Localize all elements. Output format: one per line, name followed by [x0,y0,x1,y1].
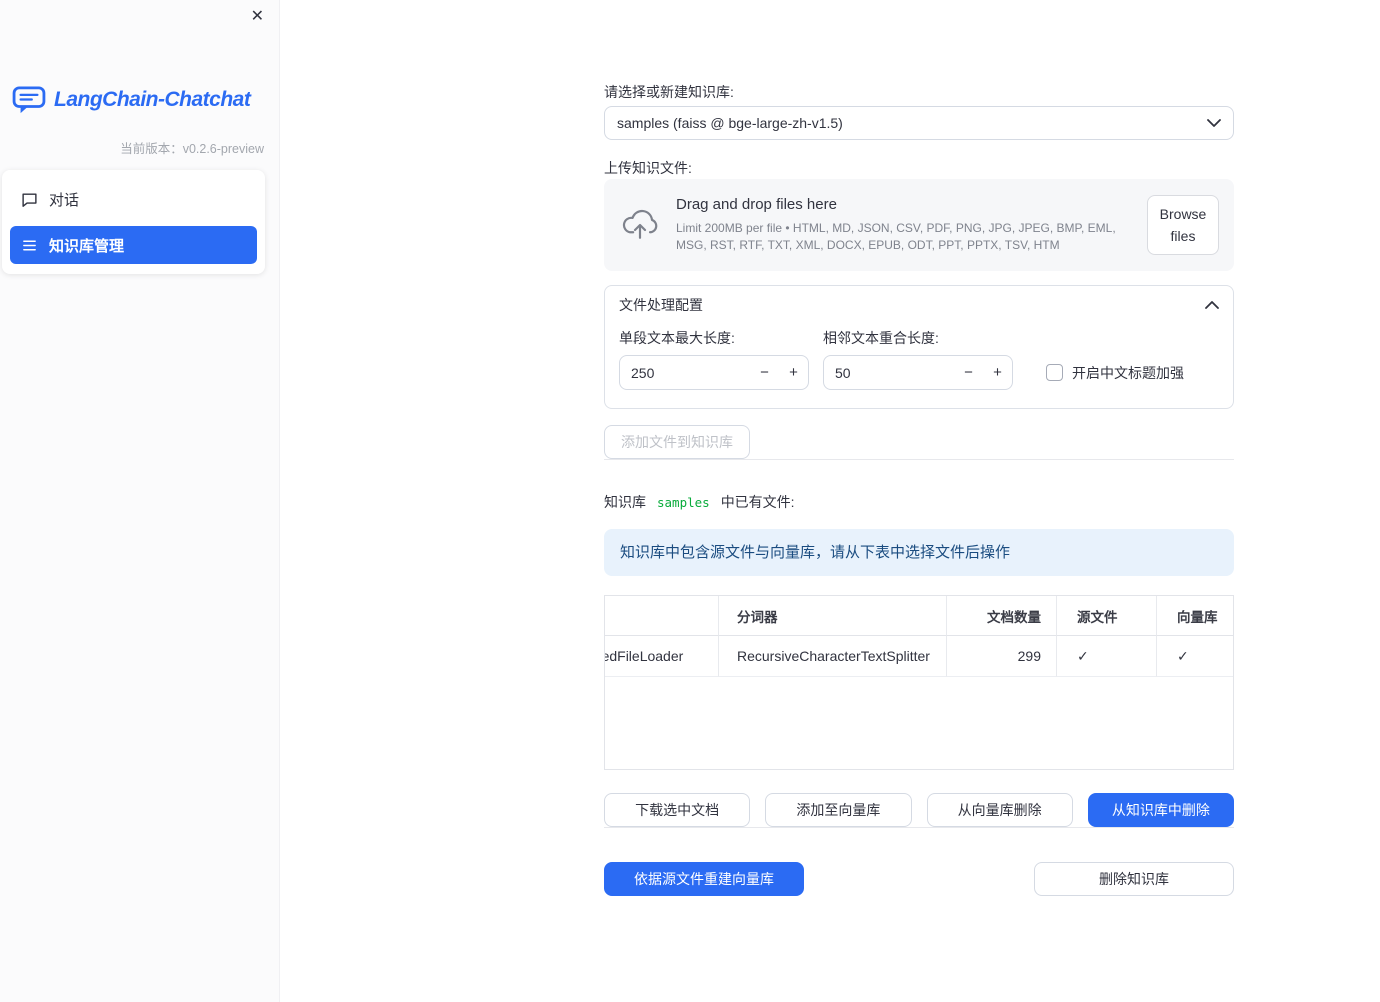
sidebar-item-knowledge-base[interactable]: 知识库管理 [10,226,257,264]
kb-actions: 依据源文件重建向量库 删除知识库 [604,862,1234,896]
delete-from-vector-button[interactable]: 从向量库删除 [926,793,1073,827]
plus-icon[interactable]: + [983,364,1012,381]
checkbox-icon[interactable] [1046,364,1063,381]
delete-from-kb-button[interactable]: 从知识库中删除 [1087,793,1234,827]
divider [604,459,1234,460]
plus-icon[interactable]: + [779,364,808,381]
kb-name-code: samples [657,494,710,510]
table-row[interactable]: UnstructuredFileLoader RecursiveCharacte… [605,636,1233,677]
chunk-size-group: 单段文本最大长度: 250 − + [619,330,809,390]
overlap-label: 相邻文本重合长度: [823,330,939,346]
chevron-down-icon [1207,119,1221,127]
browse-files-button[interactable]: Browse files [1147,194,1219,256]
table-header-row: 文档加载器 分词器 文档数量 源文件 向量库 [605,596,1233,636]
chunk-size-label: 单段文本最大长度: [619,330,735,346]
cell-vector-check: ✓ [1157,636,1233,677]
version-label: 当前版本：v0.2.6-preview [120,142,264,156]
expander-title: 文件处理配置 [619,297,703,313]
sidebar: ✕ LangChain-Chatchat 当前版本：v0.2.6-preview… [0,0,280,1002]
download-selected-button[interactable]: 下载选中文档 [604,793,751,827]
minus-icon[interactable]: − [750,364,779,381]
table-header[interactable]: 向量库 [1157,596,1233,636]
table-body: UnstructuredFileLoader RecursiveCharacte… [605,636,1233,677]
files-table: 文档加载器 分词器 文档数量 源文件 向量库 UnstructuredFileL… [604,595,1234,770]
sidebar-item-label: 对话 [49,191,80,209]
existing-prefix: 知识库 [604,494,646,510]
logo-chat-icon [12,86,46,114]
add-files-row: 添加文件到知识库 [604,425,1234,459]
cell-loader: UnstructuredFileLoader [605,636,719,677]
chevron-up-icon [1205,301,1219,309]
kb-select-label: 请选择或新建知识库: [604,84,734,100]
info-message: 知识库中包含源文件与向量库，请从下表中选择文件后操作 [604,529,1234,576]
file-config-expander: 文件处理配置 单段文本最大长度: 250 − + 相邻文本重合长度: 50 − … [604,285,1234,409]
dropzone-text: Drag and drop files here Limit 200MB per… [676,196,1131,254]
chunk-size-value: 250 [631,364,655,381]
app-logo: LangChain-Chatchat [12,86,251,114]
existing-files-line: 知识库 samples 中已有文件: [604,492,1234,512]
cloud-upload-icon [620,209,660,241]
overlap-group: 相邻文本重合长度: 50 − + [823,330,1013,390]
cell-splitter: RecursiveCharacterTextSplitter [719,636,947,677]
list-icon [21,237,38,254]
zh-title-checkbox[interactable]: 开启中文标题加强 [1046,355,1184,390]
dropzone-title: Drag and drop files here [676,196,837,214]
overlap-input[interactable]: 50 − + [823,355,1013,390]
divider [604,827,1234,828]
minus-icon[interactable]: − [954,364,983,381]
add-files-button[interactable]: 添加文件到知识库 [604,425,750,459]
add-to-vector-button[interactable]: 添加至向量库 [765,793,912,827]
kb-select-value: samples (faiss @ bge-large-zh-v1.5) [617,115,843,131]
rebuild-vector-button[interactable]: 依据源文件重建向量库 [604,862,804,896]
delete-kb-button[interactable]: 删除知识库 [1034,862,1234,896]
sidebar-item-dialogue[interactable]: 对话 [10,180,257,218]
table-header[interactable]: 源文件 [1057,596,1157,636]
table-header[interactable]: 分词器 [719,596,947,636]
sidebar-item-label: 知识库管理 [49,237,125,255]
main-content: 请选择或新建知识库: samples (faiss @ bge-large-zh… [604,0,1234,896]
overlap-value: 50 [835,364,851,381]
expander-header[interactable]: 文件处理配置 [605,286,1233,324]
file-dropzone[interactable]: Drag and drop files here Limit 200MB per… [604,179,1234,271]
chunk-size-input[interactable]: 250 − + [619,355,809,390]
upload-label: 上传知识文件: [604,160,692,176]
existing-suffix: 中已有文件: [720,494,795,510]
sidebar-close-icon[interactable]: ✕ [251,8,264,26]
sidebar-menu: 对话 知识库管理 [2,170,265,274]
table-header[interactable]: 文档加载器 [605,596,719,636]
zh-title-label: 开启中文标题加强 [1072,364,1184,381]
dropzone-limit: Limit 200MB per file • HTML, MD, JSON, C… [676,221,1116,252]
row-actions: 下载选中文档 添加至向量库 从向量库删除 从知识库中删除 [604,793,1234,827]
data-grid: 文档加载器 分词器 文档数量 源文件 向量库 UnstructuredFileL… [605,596,1233,677]
cell-source-check: ✓ [1057,636,1157,677]
table-header[interactable]: 文档数量 [947,596,1057,636]
expander-body: 单段文本最大长度: 250 − + 相邻文本重合长度: 50 − + 开启中文标… [605,324,1233,408]
kb-select[interactable]: samples (faiss @ bge-large-zh-v1.5) [604,106,1234,140]
chat-bubble-icon [21,191,38,208]
cell-doc-count: 299 [947,636,1057,677]
app-title: LangChain-Chatchat [54,88,251,111]
